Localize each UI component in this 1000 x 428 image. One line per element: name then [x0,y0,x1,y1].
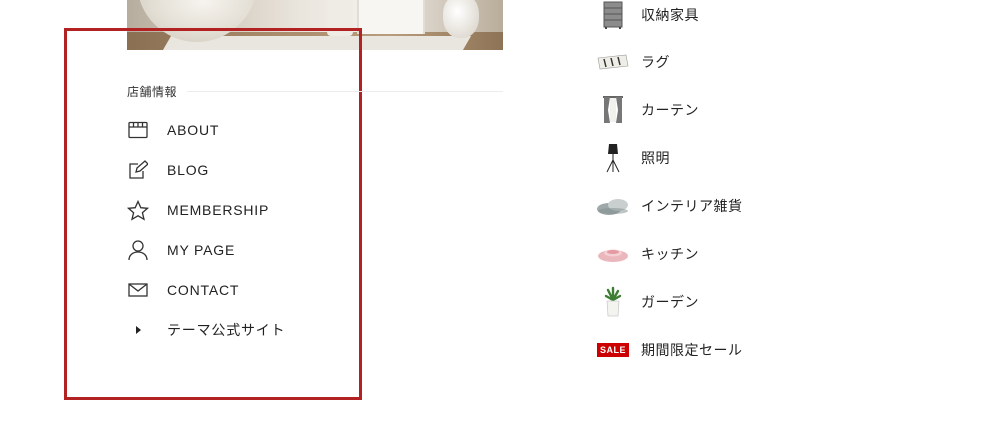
edit-icon [127,159,149,181]
category-item-interior-goods[interactable]: インテリア雑貨 [596,186,743,226]
hero-vase [443,0,479,38]
category-label: 収納家具 [641,7,699,23]
caret-right-icon [127,319,149,341]
menu-item-contact[interactable]: CONTACT [127,270,357,310]
heading-divider [187,91,503,92]
category-item-lighting[interactable]: 照明 [596,138,670,178]
cushion-icon [596,189,630,223]
storefront-icon [127,119,149,141]
category-label: キッチン [641,246,699,262]
rug-icon [596,45,630,79]
category-item-rug[interactable]: ラグ [596,42,670,82]
category-label: ラグ [641,54,670,70]
category-item-kitchen[interactable]: キッチン [596,234,699,274]
menu-item-mypage[interactable]: MY PAGE [127,230,357,270]
menu-item-label: BLOG [167,162,210,178]
category-item-curtain[interactable]: カーテン [596,90,699,130]
store-info-menu: ABOUT BLOG MEMBERSHIP MY PAGE CONTACT テー… [127,110,357,350]
mail-icon [127,279,149,301]
menu-item-label: MY PAGE [167,242,236,258]
floor-lamp-icon [596,141,630,175]
category-label: 期間限定セール [641,342,743,358]
menu-item-label: テーマ公式サイト [167,322,286,338]
menu-item-theme-site[interactable]: テーマ公式サイト [127,310,357,350]
sale-badge: SALE [596,343,629,357]
category-label: インテリア雑貨 [641,198,743,214]
sale-badge-icon: SALE [596,333,630,367]
category-label: ガーデン [641,294,699,310]
menu-item-blog[interactable]: BLOG [127,150,357,190]
menu-item-label: ABOUT [167,122,220,138]
hero-door [357,0,425,34]
drawer-chest-icon [596,0,630,32]
category-label: 照明 [641,150,670,166]
store-info-heading: 店舗情報 [127,83,503,100]
category-item-garden[interactable]: ガーデン [596,282,699,322]
menu-item-label: MEMBERSHIP [167,202,270,218]
category-item-storage[interactable]: 収納家具 [596,0,699,35]
plant-pot-icon [596,285,630,319]
plate-icon [596,237,630,271]
category-label: カーテン [641,102,699,118]
menu-item-membership[interactable]: MEMBERSHIP [127,190,357,230]
user-icon [127,239,149,261]
menu-item-about[interactable]: ABOUT [127,110,357,150]
store-info-title: 店舗情報 [127,85,178,99]
category-item-sale[interactable]: SALE 期間限定セール [596,330,743,370]
curtain-icon [596,93,630,127]
star-icon [127,199,149,221]
menu-item-label: CONTACT [167,282,240,298]
